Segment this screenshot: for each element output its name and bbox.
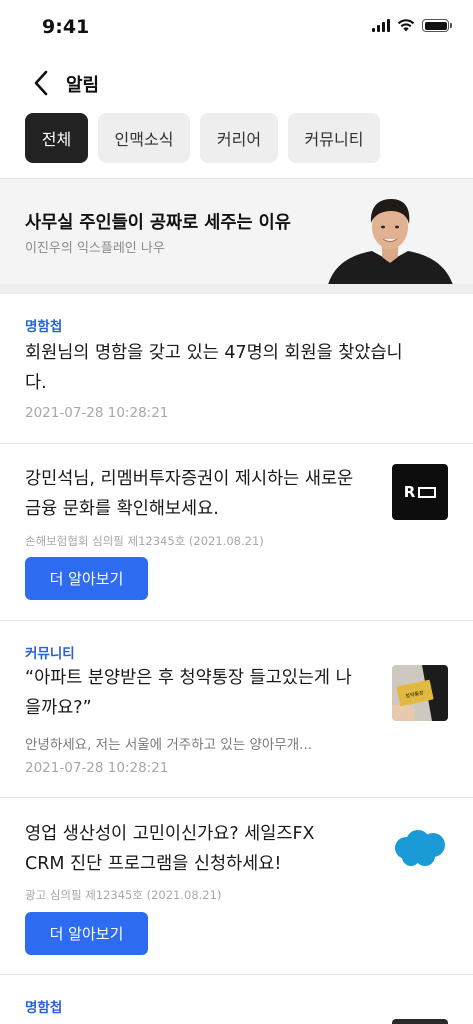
tab-community[interactable]: 커뮤니티	[288, 113, 380, 163]
back-button[interactable]	[26, 66, 56, 100]
notification-item[interactable]: 커뮤니티 “아파트 분양받은 후 청약통장 들고있는게 나 을까요?” 안녕하세…	[0, 621, 473, 798]
status-bar: 9:41	[0, 0, 473, 56]
header: 알림	[0, 60, 473, 106]
banner-subtitle: 이진우의 익스플레인 나우	[25, 241, 165, 256]
notification-thumbnail	[392, 1019, 448, 1024]
notification-item[interactable]: 명함첩	[0, 975, 473, 1024]
remember-logo-icon: R	[392, 464, 448, 520]
section-divider	[0, 284, 473, 294]
tab-all[interactable]: 전체	[25, 113, 88, 163]
chevron-left-icon	[34, 70, 48, 96]
notification-text: “아파트 분양받은 후 청약통장 들고있는게 나 을까요?”	[25, 668, 352, 718]
notification-text: 강민석님, 리멤버투자증권이 제시하는 새로운 금융 문화를 확인해보세요.	[25, 469, 354, 519]
notification-time: 2021-07-28 10:28:21	[25, 760, 169, 776]
banner-title: 사무실 주인들이 공짜로 세주는 이유	[25, 213, 291, 233]
notification-category: 커뮤니티	[25, 646, 75, 662]
tab-career[interactable]: 커리어	[200, 113, 278, 163]
presenter-photo	[328, 199, 453, 284]
bankbook-photo-icon: 청약통장	[392, 665, 448, 721]
status-time: 9:41	[42, 16, 90, 38]
notification-item[interactable]: 명함첩 회원님의 명함을 갖고 있는 47명의 회원을 찾았습니 다. 2021…	[0, 294, 473, 444]
learn-more-button[interactable]: 더 알아보기	[25, 912, 148, 955]
ad-disclosure: 광고 심의필 제12345호 (2021.08.21)	[25, 888, 222, 902]
notification-text: 회원님의 명함을 갖고 있는 47명의 회원을 찾았습니 다.	[25, 343, 403, 393]
post-preview: 안녕하세요, 저는 서울에 거주하고 있는 양아무개...	[25, 737, 313, 753]
page-title: 알림	[66, 75, 100, 96]
salesforce-cloud-icon	[395, 830, 445, 866]
wifi-icon	[397, 19, 415, 32]
notification-text: 영업 생산성이 고민이신가요? 세일즈FX CRM 진단 프로그램을 신청하세요…	[25, 824, 315, 874]
notification-time: 2021-07-28 10:28:21	[25, 405, 169, 421]
status-icons	[372, 19, 452, 32]
ad-disclosure: 손해보험협회 심의필 제12345호 (2021.08.21)	[25, 534, 264, 548]
tab-network-news[interactable]: 인맥소식	[98, 113, 190, 163]
battery-icon	[422, 19, 452, 32]
ad-notification-item[interactable]: 강민석님, 리멤버투자증권이 제시하는 새로운 금융 문화를 확인해보세요. 손…	[0, 444, 473, 621]
notification-category: 명함첩	[25, 319, 63, 335]
ad-notification-item[interactable]: 영업 생산성이 고민이신가요? 세일즈FX CRM 진단 프로그램을 신청하세요…	[0, 798, 473, 975]
content-banner[interactable]: 사무실 주인들이 공짜로 세주는 이유 이진우의 익스플레인 나우	[0, 178, 473, 284]
notification-category: 명함첩	[25, 1000, 63, 1016]
learn-more-button[interactable]: 더 알아보기	[25, 557, 148, 600]
cellular-signal-icon	[372, 19, 390, 32]
filter-tabs: 전체 인맥소식 커리어 커뮤니티	[25, 113, 380, 163]
